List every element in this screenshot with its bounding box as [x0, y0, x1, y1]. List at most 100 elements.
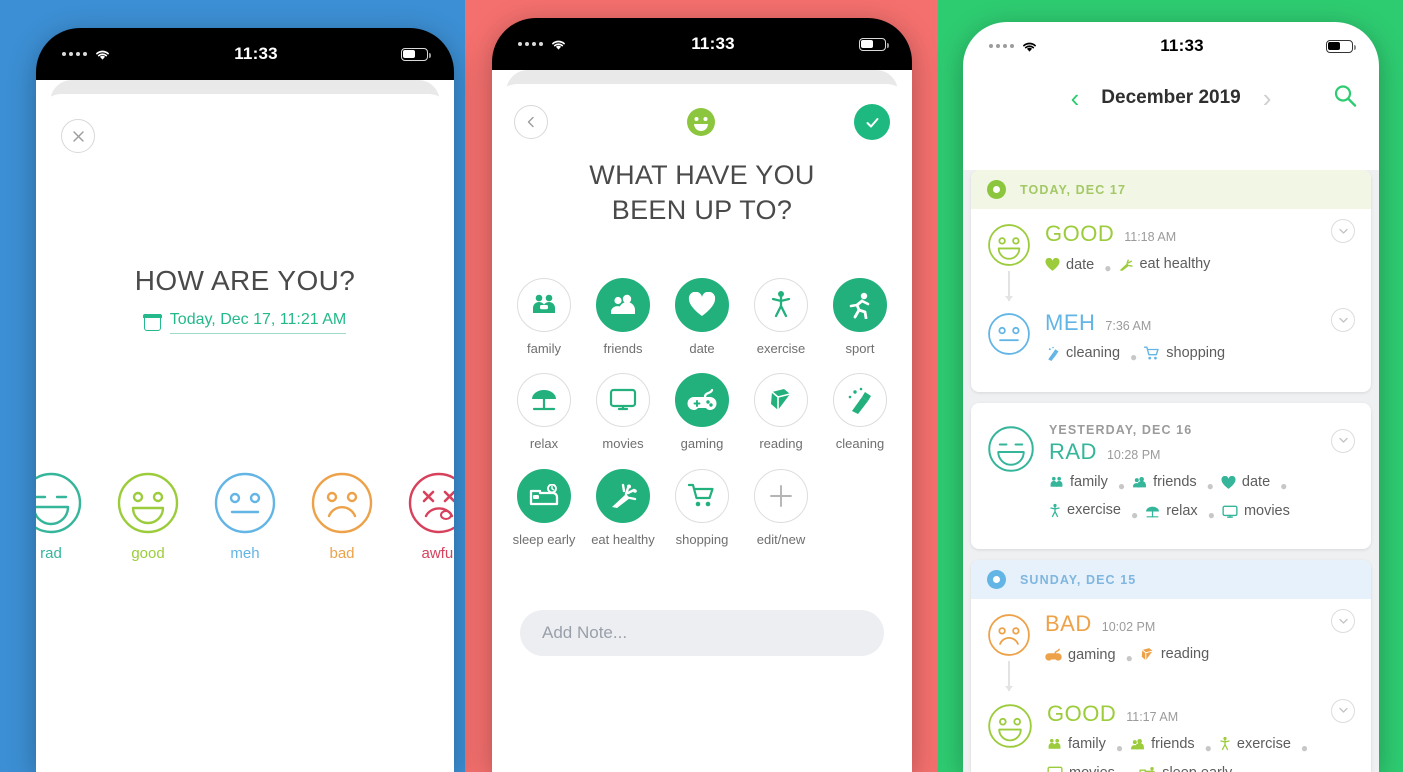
day-card-today: TODAY, DEC 17 GOOD 11:18 AM date ● eat h… — [971, 170, 1371, 392]
activity-exercise[interactable]: exercise — [742, 278, 821, 357]
activity-label: movies — [602, 436, 644, 452]
wifi-icon — [1023, 42, 1036, 52]
entry-time: 11:18 AM — [1124, 230, 1177, 244]
running-icon — [849, 292, 870, 320]
note-input[interactable]: Add Note... — [520, 609, 884, 656]
prev-month-button[interactable]: ‹ — [1071, 85, 1080, 111]
mood-label-good: good — [131, 545, 165, 562]
tag-cleaning: cleaning — [1045, 341, 1120, 366]
mood-option-rad[interactable]: rad — [36, 471, 83, 562]
expand-button[interactable] — [1331, 428, 1355, 453]
screenshot-stage: 11:33 HOW ARE YOU? Today, Dec 17, 11:21 … — [0, 0, 1403, 772]
mood-option-bad[interactable]: bad — [310, 471, 374, 562]
tag-label: date — [1066, 256, 1095, 273]
status-bar-2: 11:33 — [492, 18, 912, 70]
activity-edit-new[interactable]: edit/new — [742, 468, 821, 548]
day-header-label: TODAY, DEC 17 — [1020, 182, 1127, 197]
heart-icon — [688, 292, 716, 317]
entry-row[interactable]: MEH 7:36 AM cleaning ● shopping — [987, 302, 1355, 377]
good-face-icon — [687, 108, 715, 136]
month-label: December 2019 — [1101, 87, 1241, 108]
mood-option-meh[interactable]: meh — [213, 471, 277, 562]
entry-tags: date ● eat healthy — [1045, 252, 1355, 280]
activity-bubble — [675, 278, 729, 333]
activity-family[interactable]: family — [505, 278, 584, 357]
back-button[interactable] — [514, 105, 548, 139]
activity-cleaning[interactable]: cleaning — [821, 373, 900, 452]
tag-date: date — [1221, 470, 1270, 495]
friends-icon — [1131, 739, 1145, 750]
tag-family: family — [1049, 470, 1108, 495]
broom-icon — [848, 388, 871, 415]
exercise-icon — [1220, 736, 1230, 751]
activity-shopping[interactable]: shopping — [663, 468, 742, 548]
heart-icon — [1045, 257, 1060, 271]
tag-label: family — [1068, 736, 1106, 753]
activity-bubble — [596, 468, 650, 523]
activity-relax[interactable]: relax — [505, 373, 584, 452]
close-button[interactable] — [61, 119, 95, 153]
activity-friends[interactable]: friends — [584, 278, 663, 357]
activity-sleep-early[interactable]: sleep early — [505, 468, 584, 548]
tag-reading: reading — [1140, 642, 1209, 667]
tag-label: exercise — [1236, 735, 1291, 752]
entry-row[interactable]: BAD 10:02 PM gaming ● reading — [987, 603, 1355, 692]
entry-tags: cleaning ● shopping — [1045, 341, 1355, 369]
activity-date[interactable]: date — [663, 278, 742, 357]
activity-label: reading — [759, 436, 803, 452]
search-icon — [1334, 85, 1357, 107]
next-month-button[interactable]: › — [1263, 85, 1272, 111]
monitor-icon — [1222, 505, 1238, 518]
date-picker[interactable]: Today, Dec 17, 11:21 AM — [36, 311, 454, 334]
activity-bubble — [833, 278, 887, 333]
activity-bubble — [596, 278, 650, 333]
entries-list[interactable]: TODAY, DEC 17 GOOD 11:18 AM date ● eat h… — [963, 170, 1379, 772]
activity-label: eat healthy — [591, 531, 655, 547]
activity-reading[interactable]: reading — [742, 373, 821, 452]
entry-mood: GOOD — [1047, 700, 1117, 726]
activity-grid-row-2: relax movies gaming reading cleaning — [492, 373, 912, 452]
activity-label: exercise — [756, 341, 806, 357]
tag-label: friends — [1151, 736, 1195, 753]
activity-label: family — [527, 341, 561, 357]
expand-button[interactable] — [1331, 219, 1355, 243]
mood-option-good[interactable]: good — [116, 471, 180, 562]
activity-movies[interactable]: movies — [584, 373, 663, 452]
entry-row[interactable]: GOOD 11:18 AM date ● eat healthy — [987, 213, 1355, 301]
expand-button[interactable] — [1331, 698, 1355, 723]
cart-icon — [1144, 346, 1159, 360]
activity-sport[interactable]: sport — [821, 278, 900, 357]
activity-bubble — [517, 278, 571, 333]
page-title: WHAT HAVE YOU BEEN UP TO? — [492, 158, 912, 227]
tag-separator: ● — [1117, 478, 1126, 493]
activity-gaming[interactable]: gaming — [663, 373, 742, 452]
bad-face-icon — [311, 472, 373, 534]
mood-option-awful[interactable]: awful — [407, 471, 454, 562]
status-time: 11:33 — [234, 44, 278, 63]
mood-label-meh: meh — [230, 545, 260, 562]
entry-day-label: YESTERDAY, DEC 16 — [1049, 422, 1193, 437]
activity-eat-healthy[interactable]: eat healthy — [584, 468, 663, 548]
entry-time: 11:17 AM — [1126, 709, 1179, 724]
phone-entries-list: 11:33 ‹ December 2019 › TODAY, DEC 17 GO… — [963, 22, 1379, 772]
day-card-sunday: SUNDAY, DEC 15 BAD 10:02 PM gaming ● rea… — [971, 560, 1371, 772]
activity-bubble — [675, 373, 729, 428]
day-header: SUNDAY, DEC 15 — [971, 560, 1371, 600]
entry-row[interactable]: YESTERDAY, DEC 16 RAD 10:28 PM family ● … — [987, 415, 1355, 535]
confirm-button[interactable] — [854, 104, 890, 140]
carrot-icon — [612, 483, 637, 508]
entry-face — [987, 423, 1035, 527]
search-button[interactable] — [1333, 84, 1357, 113]
close-icon — [72, 130, 84, 142]
note-placeholder: Add Note... — [542, 622, 628, 642]
tag-separator: ● — [1125, 651, 1133, 666]
activity-bubble — [754, 468, 808, 523]
chevron-down-icon — [1338, 438, 1348, 444]
gamepad-icon — [687, 389, 717, 411]
exercise-icon — [1050, 503, 1060, 517]
mood-selector-row: rad good meh bad awful — [36, 471, 454, 562]
activity-bubble — [754, 278, 808, 333]
tag-separator: ● — [1207, 507, 1215, 522]
book-icon — [771, 389, 791, 411]
entry-row[interactable]: GOOD 11:17 AM family ● friends ● exercis… — [987, 693, 1355, 772]
